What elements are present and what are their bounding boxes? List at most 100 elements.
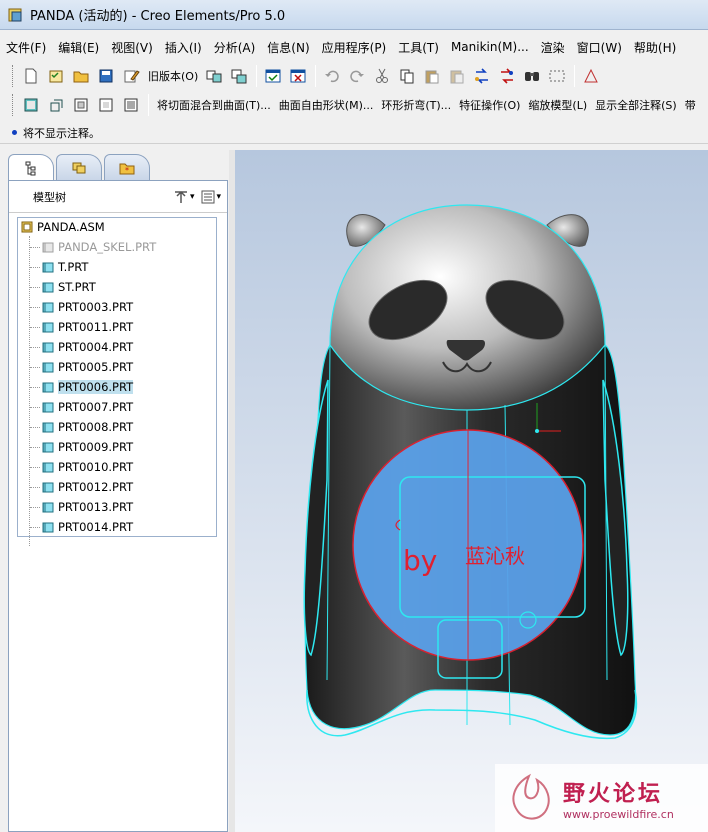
redo-icon xyxy=(350,70,365,83)
show-annotations-button[interactable]: 显示全部注释(S) xyxy=(591,97,681,113)
part-icon xyxy=(42,402,54,413)
tab-favorites[interactable]: * xyxy=(104,154,150,180)
menu-manikin[interactable]: Manikin(M)... xyxy=(445,40,535,54)
tree-root-node[interactable]: PANDA.ASM xyxy=(21,218,105,236)
regen-manager-button[interactable] xyxy=(495,64,519,88)
open-folder-button[interactable] xyxy=(69,64,93,88)
author-text: 蓝沁秋 xyxy=(465,544,525,568)
rename-button[interactable] xyxy=(119,64,143,88)
wireframe-cube-icon xyxy=(50,99,63,112)
sketch-button[interactable] xyxy=(579,64,603,88)
tree-node[interactable]: PRT0004.PRT xyxy=(42,338,133,356)
toolbar-separator xyxy=(315,65,317,87)
toroidal-bend-button[interactable]: 环形折弯(T)... xyxy=(377,97,455,113)
part-icon xyxy=(42,502,54,513)
view-hidden-button[interactable] xyxy=(69,93,93,117)
window-title: PANDA (活动的) - Creo Elements/Pro 5.0 xyxy=(30,9,286,24)
tab-model-tree[interactable] xyxy=(8,154,54,180)
menu-help[interactable]: 帮助(H) xyxy=(628,39,682,56)
save-button[interactable] xyxy=(94,64,118,88)
tree-connector xyxy=(30,467,40,468)
menu-info[interactable]: 信息(N) xyxy=(261,39,315,56)
forum-logo-icon xyxy=(512,773,550,820)
menu-applications[interactable]: 应用程序(P) xyxy=(316,39,393,56)
menu-window[interactable]: 窗口(W) xyxy=(571,39,628,56)
toolbar-grip xyxy=(12,65,15,87)
regenerate-button[interactable] xyxy=(202,64,226,88)
message-bullet-icon xyxy=(12,130,17,135)
tree-settings-button[interactable]: ▾ xyxy=(172,188,195,206)
copy-button[interactable] xyxy=(395,64,419,88)
tree-node[interactable]: PRT0013.PRT xyxy=(42,498,133,516)
menu-insert[interactable]: 插入(I) xyxy=(159,39,208,56)
feature-operations-button[interactable]: 特征操作(O) xyxy=(455,97,524,113)
view-no-hidden-button[interactable] xyxy=(94,93,118,117)
new-file-button[interactable] xyxy=(19,64,43,88)
cut-button[interactable] xyxy=(370,64,394,88)
model-tree: PANDA.ASM PANDA_SKEL.PRT T.PRT ST.PRT PRT00… xyxy=(17,217,217,546)
tree-connector xyxy=(30,247,40,248)
tree-node[interactable]: ST.PRT xyxy=(42,278,96,296)
part-icon xyxy=(42,362,54,373)
blend-to-surface-button[interactable]: 将切面混合到曲面(T)... xyxy=(153,97,275,113)
tree-node-label: PRT0008.PRT xyxy=(58,420,134,434)
message-text: 将不显示注释。 xyxy=(23,126,100,140)
close-window-icon xyxy=(290,69,306,83)
tab-layers[interactable] xyxy=(56,154,102,180)
tree-node[interactable]: PRT0007.PRT xyxy=(42,398,133,416)
tree-node-label: PRT0014.PRT xyxy=(58,520,134,534)
legacy-version-button[interactable]: 旧版本(O) xyxy=(144,68,202,84)
menu-tools[interactable]: 工具(T) xyxy=(392,39,445,56)
menu-view[interactable]: 视图(V) xyxy=(105,39,159,56)
view-shaded-button[interactable] xyxy=(19,93,43,117)
tree-node[interactable]: PRT0010.PRT xyxy=(42,458,133,476)
tree-node[interactable]: PRT0005.PRT xyxy=(42,358,133,376)
part-icon xyxy=(42,302,54,313)
redo-button[interactable] xyxy=(345,64,369,88)
tree-node[interactable]: PRT0012.PRT xyxy=(42,478,133,496)
undo-button[interactable] xyxy=(320,64,344,88)
more-button[interactable]: 带 xyxy=(681,97,700,113)
tree-connector xyxy=(30,367,40,368)
tree-node-label: PRT0010.PRT xyxy=(58,460,134,474)
menu-render[interactable]: 渲染 xyxy=(535,39,571,56)
freeform-surface-button[interactable]: 曲面自由形状(M)... xyxy=(275,97,378,113)
paste-button[interactable] xyxy=(420,64,444,88)
tree-node[interactable]: PRT0009.PRT xyxy=(42,438,133,456)
accept-button[interactable] xyxy=(261,64,285,88)
paste-special-icon xyxy=(450,70,464,84)
window-copy-button[interactable] xyxy=(227,64,251,88)
sketch-icon xyxy=(584,68,599,83)
tree-node[interactable]: PANDA_SKEL.PRT xyxy=(42,238,156,256)
part-icon xyxy=(42,382,54,393)
tree-node[interactable]: T.PRT xyxy=(42,258,88,276)
tree-node-label: PRT0011.PRT xyxy=(58,320,134,334)
tree-connector xyxy=(30,327,40,328)
message-area: 将不显示注释。 xyxy=(0,122,708,144)
view-wire-button[interactable] xyxy=(44,93,68,117)
find-button[interactable] xyxy=(520,64,544,88)
scissors-icon xyxy=(376,68,389,83)
tree-connector xyxy=(30,387,40,388)
tree-node[interactable]: PRT0003.PRT xyxy=(42,298,133,316)
tree-node[interactable]: PRT0014.PRT xyxy=(42,518,133,536)
menu-edit[interactable]: 编辑(E) xyxy=(52,39,105,56)
open-checklist-button[interactable] xyxy=(44,64,68,88)
tree-show-button[interactable]: ▾ xyxy=(200,189,221,205)
scale-model-button[interactable]: 缩放模型(L) xyxy=(524,97,591,113)
view-enhanced-button[interactable] xyxy=(119,93,143,117)
graphics-viewport[interactable]: by 蓝沁秋 xyxy=(235,150,708,832)
tree-node[interactable]: PRT0008.PRT xyxy=(42,418,133,436)
tree-connector xyxy=(30,527,40,528)
menu-analysis[interactable]: 分析(A) xyxy=(208,39,262,56)
regen-model-button[interactable] xyxy=(470,64,494,88)
tree-node-label: PRT0013.PRT xyxy=(58,500,134,514)
select-box-button[interactable] xyxy=(545,64,569,88)
tree-node[interactable]: PRT0006.PRT xyxy=(42,378,134,396)
tree-node[interactable]: PRT0011.PRT xyxy=(42,318,133,336)
chevron-down-icon: ▾ xyxy=(189,191,195,202)
paste-special-button[interactable] xyxy=(445,64,469,88)
close-window-button[interactable] xyxy=(286,64,310,88)
menu-file[interactable]: 文件(F) xyxy=(0,39,52,56)
regen-arrows-icon xyxy=(475,68,489,84)
